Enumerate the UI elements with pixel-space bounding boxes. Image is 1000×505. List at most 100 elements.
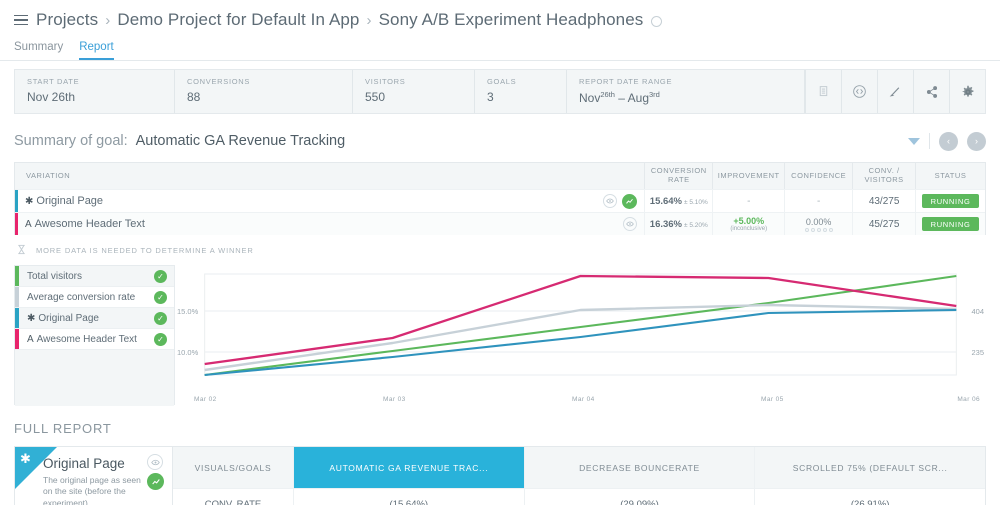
- breadcrumb: Projects › Demo Project for Default In A…: [0, 0, 1000, 32]
- legend-item-awesome-header-text[interactable]: A Awesome Header Text ✓: [15, 329, 174, 350]
- breadcrumb-separator: ›: [366, 11, 372, 29]
- eye-icon[interactable]: [603, 194, 618, 208]
- full-report-column-scrolled-75[interactable]: SCROLLED 75% (DEFAULT SCR... (26.91%) 74: [754, 447, 986, 505]
- check-icon[interactable]: ✓: [154, 290, 167, 304]
- next-goal-button[interactable]: ›: [967, 131, 986, 151]
- status-cell: RUNNING: [915, 213, 985, 235]
- chart-legend: Total visitors ✓ Average conversion rate…: [14, 265, 175, 406]
- table-row[interactable]: A Awesome Header Text 16.36% ± 5.20% +5.…: [15, 212, 985, 235]
- column-header: VISUALS/GOALS: [173, 447, 293, 489]
- full-report-column-decrease-bouncerate[interactable]: DECREASE BOUNCERATE (29.09%) 80: [523, 447, 755, 505]
- variation-prefix: A: [25, 218, 32, 230]
- variation-label: A Awesome Header Text: [18, 218, 145, 230]
- confidence-value: 0.00%: [805, 216, 832, 227]
- conv-visitors-value: 43/275: [868, 195, 900, 207]
- status-badge: RUNNING: [921, 217, 980, 231]
- stat-value: 88: [187, 90, 201, 104]
- eye-icon[interactable]: [623, 217, 638, 231]
- chart-plot: 15.0% 10.0% 404 235 Mar 02 Mar 03 Mar 04…: [175, 265, 986, 405]
- table-row[interactable]: ✱ Original Page 15.64% ± 5.10% - - 43/27…: [15, 189, 985, 212]
- tab-report[interactable]: Report: [79, 41, 114, 60]
- variation-prefix: ✱: [25, 195, 34, 207]
- winner-notice: MORE DATA IS NEEDED TO DETERMINE A WINNE…: [16, 244, 1000, 257]
- report-page: Projects › Demo Project for Default In A…: [0, 0, 1000, 505]
- x-axis-tick: Mar 02: [194, 396, 217, 403]
- hamburger-icon[interactable]: [14, 14, 28, 26]
- stat-start-date: START DATE Nov 26th: [15, 70, 175, 113]
- divider: [929, 133, 930, 149]
- check-icon[interactable]: ✓: [154, 311, 167, 325]
- eye-icon[interactable]: [147, 454, 163, 470]
- prev-goal-button[interactable]: ‹: [939, 131, 958, 151]
- chevron-down-icon[interactable]: [908, 137, 920, 145]
- legend-prefix: A: [27, 333, 34, 345]
- col-header-conversion-rate: CONVERSION RATE: [644, 163, 712, 189]
- full-report-columns: VISUALS/GOALS CONV. RATE CONVERSIONS AUT…: [173, 447, 986, 505]
- tab-bar: Summary Report: [0, 32, 1000, 60]
- stat-value: 550: [365, 90, 386, 104]
- legend-item-average-conversion-rate[interactable]: Average conversion rate ✓: [15, 287, 174, 308]
- x-axis-tick: Mar 05: [761, 396, 784, 403]
- stats-bar-wrap: START DATE Nov 26th CONVERSIONS 88 VISIT…: [0, 61, 1000, 114]
- check-icon[interactable]: ✓: [154, 269, 167, 283]
- goal-name: Automatic GA Revenue Tracking: [135, 133, 346, 149]
- variation-row-icons: [603, 193, 644, 209]
- stat-label: VISITORS: [365, 77, 406, 86]
- conv-visitors-cell: 43/275: [852, 190, 915, 212]
- legend-label: Average conversion rate: [27, 291, 136, 303]
- full-report-title: FULL REPORT: [14, 421, 112, 436]
- stat-conversions: CONVERSIONS 88: [175, 70, 353, 113]
- stat-value: Nov 26th: [27, 90, 76, 104]
- legend-item-total-visitors[interactable]: Total visitors ✓: [15, 266, 174, 287]
- chart-icon[interactable]: [147, 473, 164, 490]
- improvement-cell: +5.00% (inconclusive): [712, 213, 784, 235]
- variation-cell: ✱ Original Page: [15, 190, 644, 212]
- stat-value: Nov26th – Aug3rd: [579, 90, 660, 105]
- column-header[interactable]: AUTOMATIC GA REVENUE TRAC...: [294, 447, 524, 489]
- stat-label: GOALS: [487, 77, 517, 86]
- gear-icon[interactable]: [949, 70, 985, 113]
- conversion-rate-cell: 15.64% ± 5.10%: [644, 190, 712, 212]
- goal-controls: ‹ ›: [908, 131, 986, 151]
- row-label: CONV. RATE: [173, 489, 293, 505]
- code-icon[interactable]: [841, 70, 877, 113]
- breadcrumb-item-project[interactable]: Demo Project for Default In App: [117, 10, 359, 30]
- breadcrumb-item-experiment[interactable]: Sony A/B Experiment Headphones: [379, 10, 644, 30]
- variation-cell: A Awesome Header Text: [15, 213, 644, 235]
- metric-value: (29.09%): [525, 489, 755, 505]
- chart-icon[interactable]: [622, 193, 638, 209]
- variation-table: VARIATION CONVERSION RATE IMPROVEMENT CO…: [14, 162, 986, 235]
- column-header[interactable]: SCROLLED 75% (DEFAULT SCR...: [755, 447, 986, 489]
- info-icon[interactable]: [651, 15, 663, 27]
- variation-row-icons: [623, 217, 644, 231]
- stat-label: START DATE: [27, 77, 80, 86]
- legend-prefix: ✱: [27, 312, 36, 324]
- confidence-cell: -: [784, 190, 852, 212]
- column-header[interactable]: DECREASE BOUNCERATE: [524, 447, 755, 489]
- stat-label: CONVERSIONS: [187, 77, 251, 86]
- improvement-note: (inconclusive): [730, 226, 768, 232]
- share-icon[interactable]: [913, 70, 949, 113]
- archive-icon[interactable]: [805, 70, 841, 113]
- tab-summary[interactable]: Summary: [14, 41, 63, 60]
- legend-label: Total visitors: [27, 270, 83, 282]
- full-report-column-labels: VISUALS/GOALS CONV. RATE CONVERSIONS: [173, 447, 293, 505]
- confidence-cell: 0.00%: [784, 213, 852, 235]
- check-icon[interactable]: ✓: [154, 332, 167, 346]
- variation-name: Awesome Header Text: [34, 218, 145, 230]
- goal-summary-bar: Summary of goal: Automatic GA Revenue Tr…: [14, 126, 986, 156]
- edit-icon[interactable]: [877, 70, 913, 113]
- conversion-rate-error: ± 5.20%: [684, 221, 708, 229]
- conversion-rate-value: 15.64%: [649, 195, 683, 207]
- variation-name: Original Page: [36, 195, 104, 207]
- full-report-column-automatic-ga-revenue[interactable]: AUTOMATIC GA REVENUE TRAC... (15.64%) 43: [293, 447, 524, 505]
- stat-visitors: VISITORS 550: [353, 70, 475, 113]
- breadcrumb-item-projects[interactable]: Projects: [36, 10, 98, 30]
- full-report-variation-card: ✱ Original Page The original page as see…: [15, 447, 173, 505]
- conversion-rate-cell: 16.36% ± 5.20%: [644, 213, 712, 235]
- legend-item-original-page[interactable]: ✱ Original Page ✓: [15, 308, 174, 329]
- improvement-value: +5.00%: [733, 216, 765, 226]
- conversion-rate-value: 16.36%: [649, 218, 683, 230]
- status-badge: RUNNING: [921, 194, 980, 208]
- legend-label: A Awesome Header Text: [27, 333, 137, 345]
